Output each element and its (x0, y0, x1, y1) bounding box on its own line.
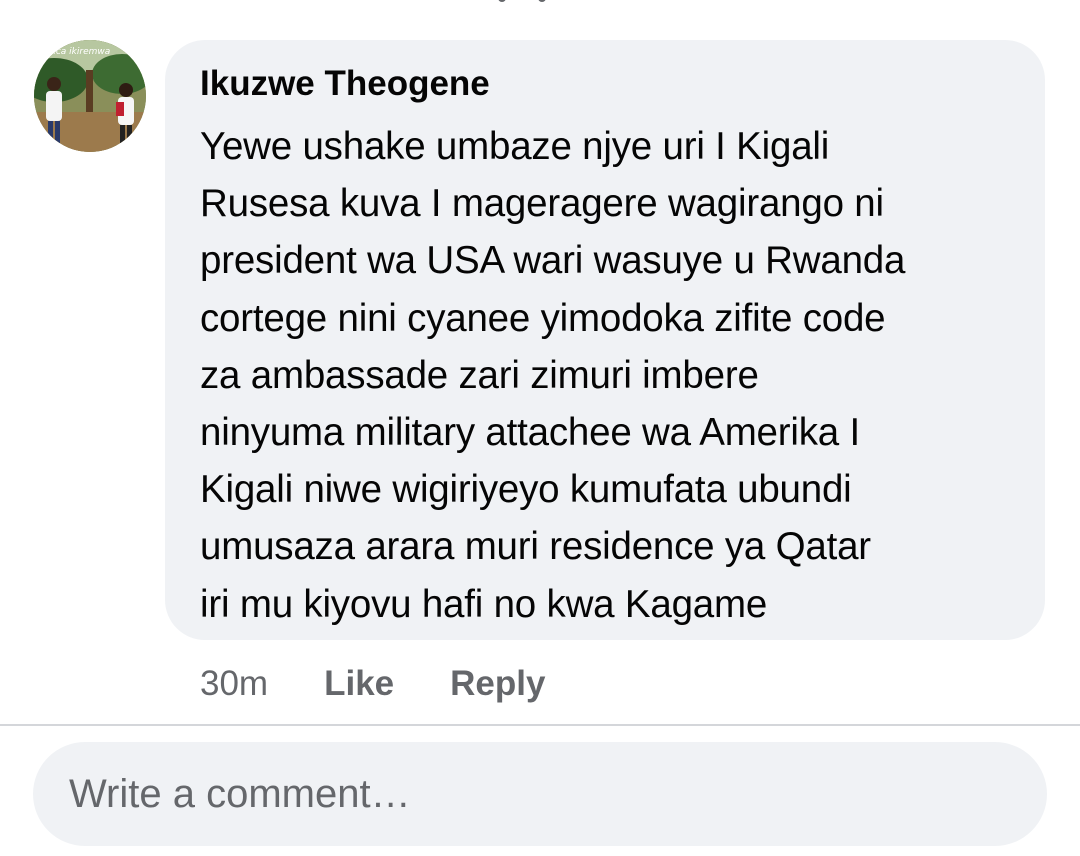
comment-timestamp[interactable]: 30m (200, 664, 268, 704)
avatar-caption: vica ikiremwa (48, 47, 110, 57)
comment-input-placeholder: Write a comment… (69, 771, 411, 816)
comment-author[interactable]: Ikuzwe Theogene (200, 62, 1015, 106)
avatar[interactable]: vica ikiremwa (34, 40, 146, 152)
like-button[interactable]: Like (324, 664, 394, 704)
previous-comment-reply-fragment (498, 0, 558, 6)
comment-text: Yewe ushake umbaze njye uri I Kigali Rus… (200, 125, 906, 626)
comment-input[interactable]: Write a comment… (33, 742, 1047, 846)
divider (0, 724, 1080, 726)
reply-button[interactable]: Reply (450, 664, 545, 704)
comment-bubble[interactable]: Ikuzwe Theogene Yewe ushake umbaze njye … (165, 40, 1045, 640)
comment-actions: 30m Like Reply (200, 660, 545, 708)
avatar-photo: vica ikiremwa (34, 40, 146, 152)
